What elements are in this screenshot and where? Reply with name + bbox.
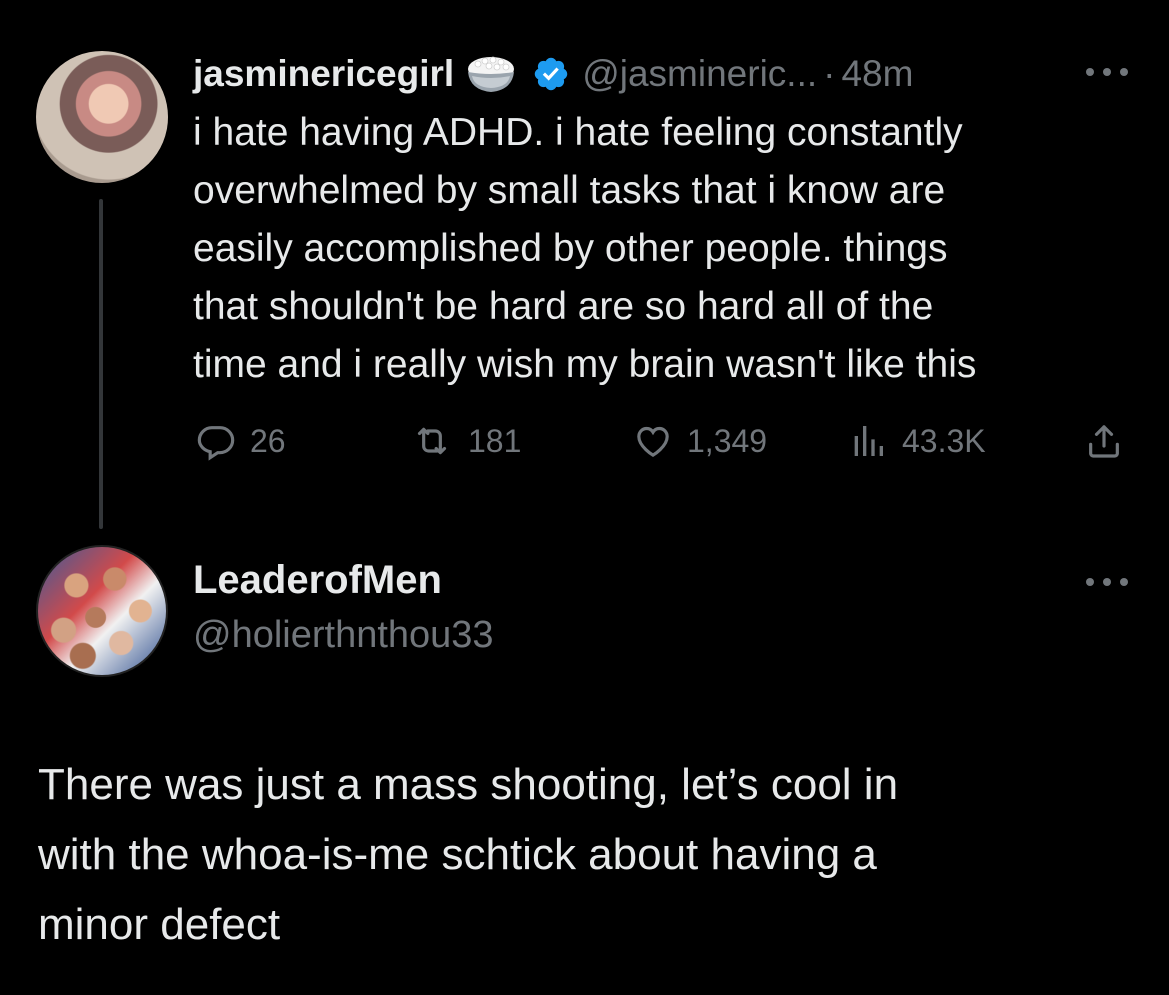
like-icon: [637, 426, 669, 458]
more-icon[interactable]: [1086, 66, 1128, 78]
verified-icon: [532, 55, 570, 93]
reply-user-handle[interactable]: @holierthnthou33: [193, 614, 494, 657]
avatar[interactable]: [36, 545, 168, 677]
tweet-actions: 26 181 1,349 43.3K: [0, 417, 1169, 465]
tweet-text: i hate having ADHD. i hate feeling const…: [193, 111, 977, 386]
separator-dot: ·: [823, 53, 836, 94]
reply-count: 26: [250, 422, 286, 459]
retweet-count: 181: [468, 422, 522, 459]
retweet-button[interactable]: 181: [410, 417, 521, 465]
views-icon: [854, 426, 883, 456]
reply-display-name[interactable]: LeaderofMen: [193, 558, 442, 603]
views-count: 43.3K: [902, 422, 986, 459]
rice-bowl-emoji-icon: [464, 54, 518, 94]
share-button[interactable]: [1084, 417, 1124, 465]
avatar[interactable]: [36, 51, 168, 183]
timestamp[interactable]: 48m: [841, 53, 913, 95]
share-icon: [1089, 425, 1119, 458]
tweet-thread-view: jasminericegirl @jasmineric... · 48m i h…: [0, 0, 1169, 995]
reply-button[interactable]: 26: [196, 417, 286, 465]
like-button[interactable]: 1,349: [633, 417, 767, 465]
display-name[interactable]: jasminericegirl: [193, 53, 454, 95]
more-icon[interactable]: [1086, 576, 1128, 588]
reply-text: There was just a mass shooting, let’s co…: [38, 760, 899, 949]
like-count: 1,349: [687, 422, 768, 459]
tweet-header: jasminericegirl @jasmineric... · 48m: [193, 50, 913, 98]
views-button[interactable]: 43.3K: [848, 417, 986, 465]
thread-connector-line: [99, 199, 103, 529]
user-handle[interactable]: @jasmineric...: [582, 53, 817, 95]
reply-icon: [197, 426, 235, 461]
retweet-icon: [417, 427, 447, 455]
